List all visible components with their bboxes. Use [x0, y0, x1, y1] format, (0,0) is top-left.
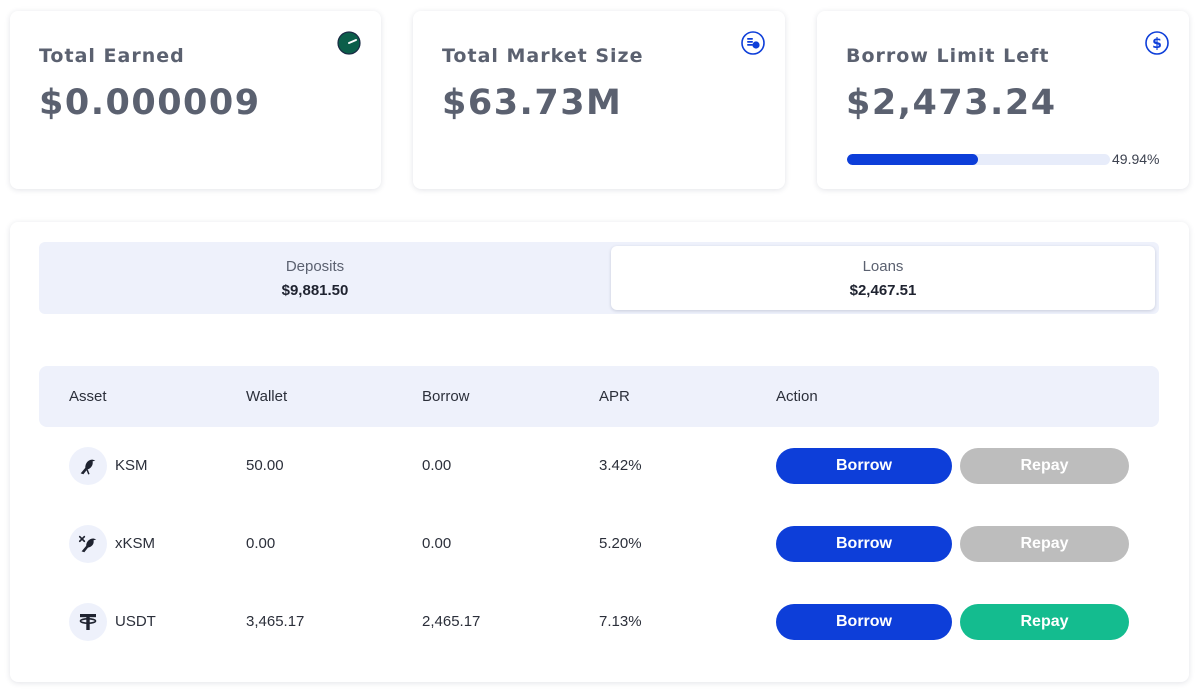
loans-panel: Deposits $9,881.50 Loans $2,467.51 Asset…: [10, 222, 1189, 682]
borrow-limit-progress-bar: [847, 154, 1110, 165]
total-market-size-card: Total Market Size $63.73M: [413, 11, 785, 189]
repay-button[interactable]: Repay: [960, 526, 1129, 562]
borrow-limit-card: Borrow Limit Left $2,473.24 $ 49.94%: [817, 11, 1189, 189]
borrow-value: 0.00: [422, 535, 452, 552]
header-wallet: Wallet: [246, 388, 288, 405]
tab-loans-label: Loans: [862, 258, 904, 275]
borrow-button[interactable]: Borrow: [776, 604, 952, 640]
asset-name: USDT: [115, 613, 156, 630]
table-header: Asset Wallet Borrow APR Action: [39, 366, 1159, 427]
wallet-value: 0.00: [246, 535, 276, 552]
asset-name: xKSM: [115, 535, 156, 552]
apr-value: 3.42%: [599, 457, 642, 474]
repay-button[interactable]: Repay: [960, 448, 1129, 484]
apr-value: 5.20%: [599, 535, 642, 552]
borrow-limit-value: $2,473.24: [846, 83, 1057, 123]
tab-loans-amount: $2,467.51: [849, 282, 917, 299]
header-action: Action: [776, 388, 818, 405]
total-earned-title: Total Earned: [39, 45, 185, 67]
borrow-value: 2,465.17: [422, 613, 481, 630]
borrow-limit-progress-fill: [847, 154, 979, 165]
header-apr: APR: [599, 388, 630, 405]
table-row: KSM 50.00 0.00 3.42% Borrow Repay: [39, 427, 1159, 505]
tether-icon: [69, 603, 107, 641]
borrow-limit-title: Borrow Limit Left: [846, 45, 1050, 67]
dollar-icon: $: [1145, 31, 1169, 55]
loans-table: Asset Wallet Borrow APR Action KSM 50.00…: [39, 366, 1159, 661]
borrow-button[interactable]: Borrow: [776, 448, 952, 484]
total-market-size-value: $63.73M: [442, 83, 623, 123]
coins-icon: [741, 31, 765, 55]
borrow-button[interactable]: Borrow: [776, 526, 952, 562]
asset-name: KSM: [115, 457, 148, 474]
borrow-value: 0.00: [422, 457, 452, 474]
table-row: xKSM 0.00 0.00 5.20% Borrow Repay: [39, 505, 1159, 583]
total-earned-card: Total Earned $0.000009: [10, 11, 381, 189]
wallet-value: 50.00: [246, 457, 284, 474]
borrow-limit-progress-label: 49.94%: [1112, 151, 1160, 167]
clock-icon: [337, 31, 361, 55]
ksm-bird-icon: [69, 447, 107, 485]
tab-loans[interactable]: Loans $2,467.51: [611, 246, 1155, 310]
header-asset: Asset: [69, 388, 107, 405]
total-market-size-title: Total Market Size: [442, 45, 644, 67]
svg-text:$: $: [1152, 36, 1162, 52]
tab-deposits[interactable]: Deposits $9,881.50: [39, 242, 591, 314]
tab-deposits-amount: $9,881.50: [281, 282, 349, 299]
wallet-value: 3,465.17: [246, 613, 305, 630]
total-earned-value: $0.000009: [39, 83, 261, 123]
header-borrow: Borrow: [422, 388, 470, 405]
deposits-loans-switcher: Deposits $9,881.50 Loans $2,467.51: [39, 242, 1159, 314]
apr-value: 7.13%: [599, 613, 642, 630]
table-row: USDT 3,465.17 2,465.17 7.13% Borrow Repa…: [39, 583, 1159, 661]
repay-button[interactable]: Repay: [960, 604, 1129, 640]
tab-deposits-label: Deposits: [285, 258, 345, 275]
xksm-bird-icon: [69, 525, 107, 563]
